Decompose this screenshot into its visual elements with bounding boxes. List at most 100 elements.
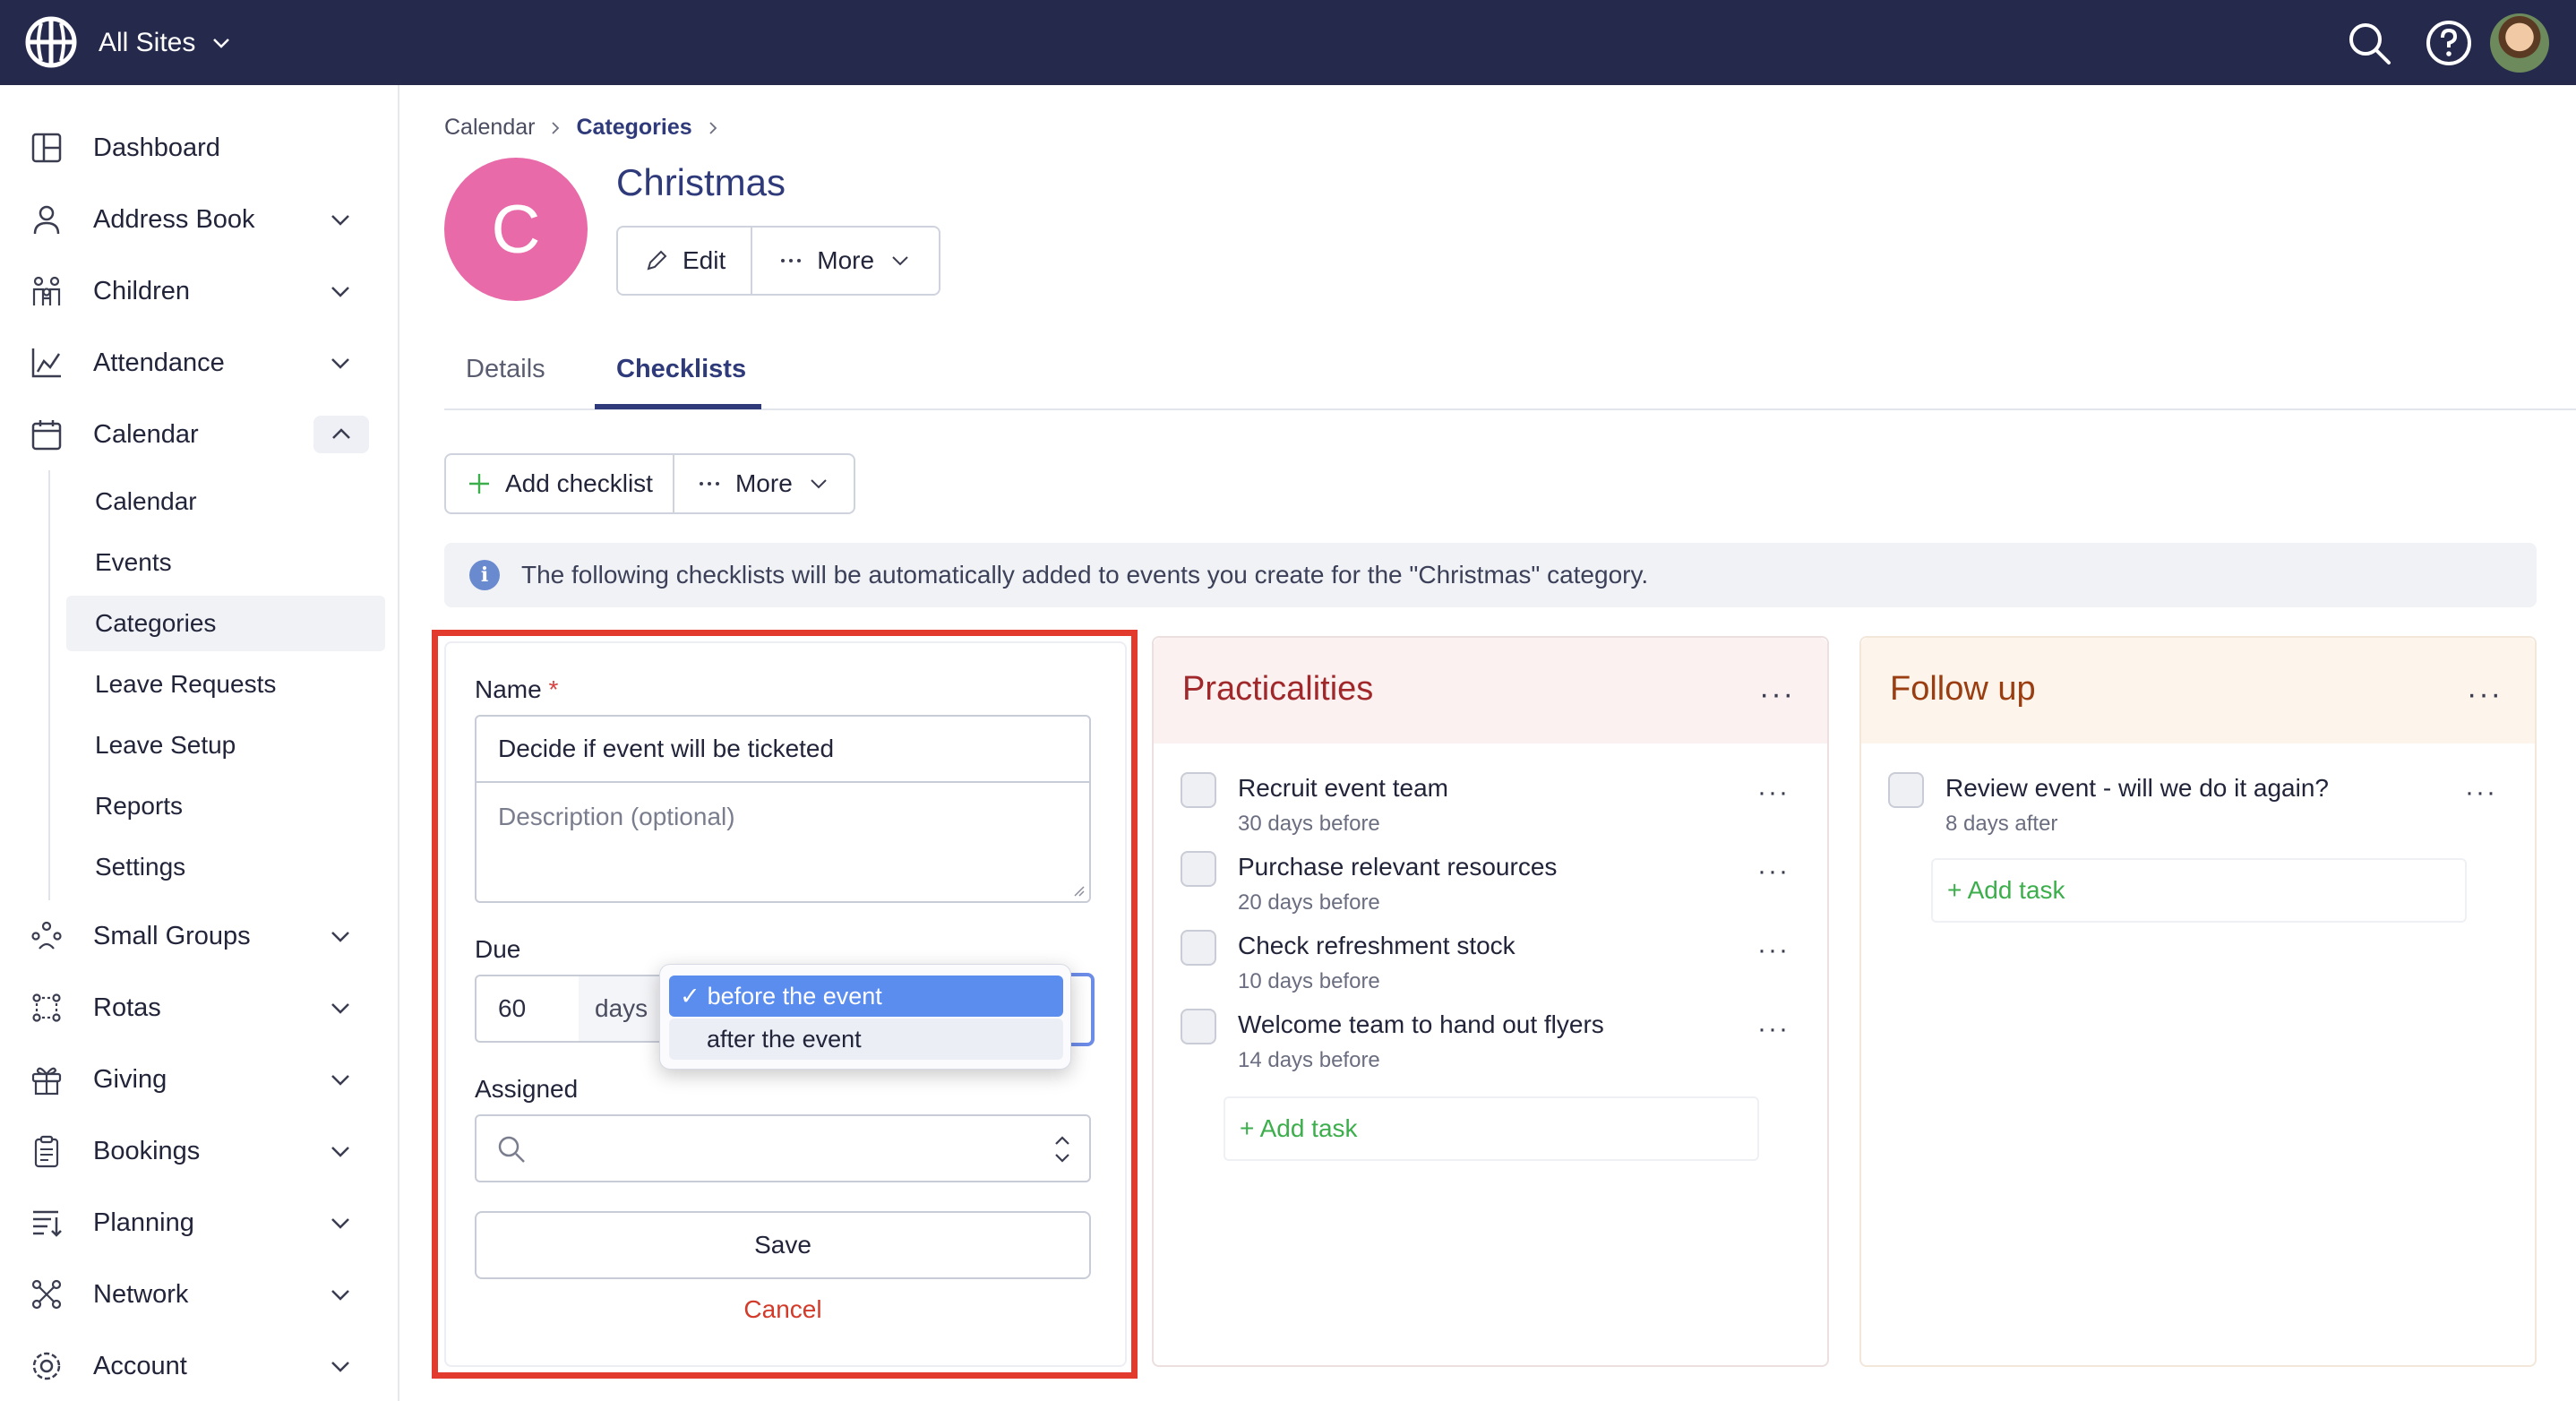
plus-icon (469, 474, 489, 494)
sidebar-item-label: Attendance (93, 348, 225, 377)
task-menu-button[interactable]: ··· (1757, 778, 1790, 808)
task-due: 20 days before (1238, 890, 1380, 915)
sidebar-item-network[interactable]: Network (0, 1268, 399, 1321)
checklist-practicalities: Practicalities ··· Recruit event team 30… (1152, 636, 1829, 1367)
sidebar-item-label: Planning (93, 1208, 194, 1237)
chevron-down-icon[interactable] (326, 1065, 355, 1094)
checklist-header: Practicalities ··· (1154, 638, 1827, 743)
chevron-down-icon[interactable] (326, 993, 355, 1022)
chevron-down-icon[interactable] (326, 922, 355, 950)
sidebar-item-planning[interactable]: Planning (0, 1196, 399, 1250)
task-due: 8 days after (1945, 812, 2058, 836)
task-name: Check refreshment stock (1238, 932, 1516, 959)
add-task-button[interactable]: + Add task (1224, 1096, 1759, 1161)
chevron-down-icon[interactable] (326, 1137, 355, 1165)
toolbar-more-button[interactable]: More (672, 455, 854, 512)
search-icon (498, 1136, 525, 1163)
active-tab-indicator (595, 404, 761, 409)
cancel-button[interactable]: Cancel (475, 1295, 1091, 1324)
checklist-menu-button[interactable]: ··· (2467, 677, 2503, 712)
breadcrumb-categories[interactable]: Categories (576, 115, 691, 141)
collapse-button[interactable] (313, 416, 369, 453)
chevron-down-icon[interactable] (326, 1352, 355, 1380)
breadcrumb: Calendar Categories (444, 115, 721, 141)
chevron-down-icon[interactable] (326, 1208, 355, 1237)
edit-button[interactable]: Edit (618, 228, 751, 294)
pencil-icon (647, 250, 667, 271)
chevron-down-icon[interactable] (326, 1280, 355, 1309)
sidebar-subitem-settings[interactable]: Settings (66, 839, 385, 895)
assigned-select[interactable] (475, 1114, 1091, 1182)
due-relation-dropdown: ✓ before the event after the event (659, 964, 1071, 1070)
save-button[interactable]: Save (475, 1211, 1091, 1279)
info-icon: i (469, 560, 500, 590)
task-menu-button[interactable]: ··· (1757, 935, 1790, 966)
task-checkbox[interactable] (1181, 772, 1216, 808)
category-avatar: C (444, 158, 588, 301)
more-button[interactable]: More (751, 228, 939, 294)
sidebar-subitem-categories[interactable]: Categories (66, 596, 385, 651)
sidebar-item-dashboard[interactable]: Dashboard (0, 121, 399, 175)
chevron-down-icon[interactable] (326, 205, 355, 234)
sidebar-item-address-book[interactable]: Address Book (0, 193, 399, 246)
globe-logo-icon[interactable] (25, 16, 77, 68)
chevron-down-icon[interactable] (326, 348, 355, 377)
site-switcher[interactable]: All Sites (99, 25, 233, 61)
option-before-label: before the event (707, 982, 882, 1010)
groups-icon (31, 921, 62, 950)
sidebar-subitem-reports[interactable]: Reports (66, 778, 385, 834)
add-checklist-label: Add checklist (505, 469, 653, 497)
sidebar-subitem-events[interactable]: Events (66, 535, 385, 590)
sidebar-subitem-calendar[interactable]: Calendar (66, 474, 385, 529)
sidebar-item-attendance[interactable]: Attendance (0, 336, 399, 390)
sidebar-item-rotas[interactable]: Rotas (0, 981, 399, 1035)
person-icon (33, 205, 60, 235)
search-icon[interactable] (2344, 18, 2394, 68)
sidebar-subitem-leave-requests[interactable]: Leave Requests (66, 657, 385, 712)
task-checkbox[interactable] (1888, 772, 1924, 808)
sidebar-item-label: Address Book (93, 204, 255, 234)
sidebar-item-children[interactable]: Children (0, 264, 399, 318)
tab-details[interactable]: Details (466, 355, 545, 384)
sidebar-item-label: Children (93, 276, 190, 305)
task-menu-button[interactable]: ··· (1757, 856, 1790, 887)
avatar[interactable] (2490, 13, 2549, 73)
checklist-menu-button[interactable]: ··· (1759, 677, 1795, 712)
task-checkbox[interactable] (1181, 930, 1216, 966)
task-checkbox[interactable] (1181, 851, 1216, 887)
task-name: Purchase relevant resources (1238, 853, 1558, 881)
chevron-down-icon (811, 479, 827, 489)
task-menu-button[interactable]: ··· (2465, 778, 2497, 808)
description-textarea[interactable]: Description (optional) (475, 781, 1091, 903)
tab-checklists[interactable]: Checklists (616, 355, 746, 384)
task-checkbox[interactable] (1181, 1009, 1216, 1044)
task-name: Review event - will we do it again? (1945, 774, 2329, 802)
assigned-label: Assigned (475, 1075, 579, 1103)
gift-icon (31, 1067, 62, 1096)
chevron-down-icon[interactable] (326, 277, 355, 305)
sidebar-subitem-leave-setup[interactable]: Leave Setup (66, 718, 385, 773)
sidebar-item-label: Network (93, 1279, 189, 1309)
name-label: Name * (475, 675, 558, 704)
task-menu-button[interactable]: ··· (1757, 1014, 1790, 1044)
option-after-event[interactable]: after the event (669, 1019, 1063, 1060)
children-icon (32, 276, 61, 305)
help-icon[interactable] (2424, 18, 2474, 68)
chevron-right-icon (709, 121, 717, 134)
sidebar-item-calendar[interactable]: Calendar (0, 408, 399, 461)
sidebar-item-account[interactable]: Account (0, 1339, 399, 1393)
task-due: 30 days before (1238, 812, 1380, 836)
info-text: The following checklists will be automat… (521, 561, 1649, 589)
sidebar-item-giving[interactable]: Giving (0, 1053, 399, 1106)
category-actions: Edit More (616, 226, 941, 296)
sidebar-item-small-groups[interactable]: Small Groups (0, 909, 399, 963)
sidebar-item-bookings[interactable]: Bookings (0, 1124, 399, 1178)
add-task-button[interactable]: + Add task (1931, 858, 2467, 923)
add-checklist-button[interactable]: Add checklist (446, 455, 673, 512)
due-days-input[interactable]: 60 (475, 975, 580, 1043)
breadcrumb-calendar[interactable]: Calendar (444, 115, 535, 141)
task-name-input[interactable]: Decide if event will be ticketed (475, 715, 1091, 783)
option-before-event[interactable]: ✓ before the event (669, 976, 1063, 1017)
sidebar-item-label: Bookings (93, 1136, 201, 1165)
resize-handle-icon[interactable] (1071, 883, 1086, 898)
